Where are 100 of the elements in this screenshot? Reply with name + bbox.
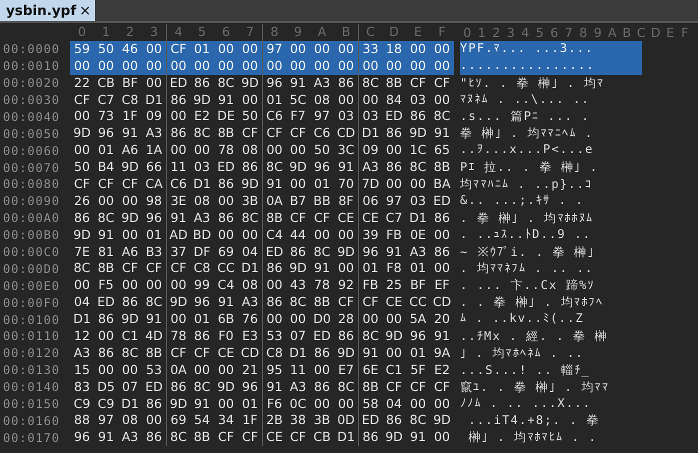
hex-byte[interactable]: 8C: [358, 328, 382, 345]
hex-byte[interactable]: 00: [166, 142, 190, 160]
hex-byte[interactable]: 22: [70, 74, 94, 92]
hex-byte[interactable]: 00: [382, 311, 406, 328]
hex-byte[interactable]: 7E: [70, 244, 94, 260]
hex-byte[interactable]: 00: [166, 108, 190, 126]
hex-byte[interactable]: 34: [214, 412, 238, 430]
hex-byte[interactable]: 0C: [286, 396, 310, 412]
hex-byte[interactable]: F6: [262, 396, 286, 412]
hex-byte[interactable]: 11: [166, 159, 190, 176]
hex-byte[interactable]: 86: [166, 125, 190, 142]
text-preview[interactable]: . 拳 榊｣ . 均ﾏﾎﾎﾇﾑ: [460, 210, 642, 227]
hex-byte[interactable]: 00: [94, 362, 118, 379]
hex-byte[interactable]: D1: [406, 210, 430, 227]
hex-byte[interactable]: F8: [382, 260, 406, 278]
hex-byte[interactable]: CF: [286, 125, 310, 142]
hex-byte[interactable]: E2: [430, 362, 454, 379]
hex-byte[interactable]: BF: [118, 74, 142, 92]
hex-byte[interactable]: E3: [238, 328, 262, 345]
hex-byte[interactable]: 91: [430, 125, 454, 142]
hex-byte[interactable]: 96: [406, 328, 430, 345]
hex-byte[interactable]: 00: [94, 328, 118, 345]
hex-byte[interactable]: CF: [262, 125, 286, 142]
hex-byte[interactable]: 00: [70, 58, 94, 75]
hex-byte[interactable]: 00: [190, 142, 214, 160]
hex-byte[interactable]: 00: [430, 429, 454, 446]
hex-byte[interactable]: 2B: [262, 412, 286, 430]
hex-byte[interactable]: 3E: [166, 192, 190, 210]
hex-byte[interactable]: 91: [94, 429, 118, 446]
hex-byte[interactable]: 8C: [166, 429, 190, 446]
text-preview[interactable]: ﾉﾉﾑ . .. ...X...: [460, 396, 642, 412]
hex-byte[interactable]: 86: [118, 294, 142, 312]
hex-byte[interactable]: 00: [118, 362, 142, 379]
hex-byte[interactable]: D1: [118, 396, 142, 412]
hex-byte[interactable]: 00: [430, 396, 454, 412]
hex-byte[interactable]: 8B: [310, 294, 334, 312]
hex-byte[interactable]: B4: [94, 159, 118, 176]
hex-byte[interactable]: 09: [358, 142, 382, 160]
hex-byte[interactable]: D1: [238, 260, 262, 278]
hex-byte[interactable]: 00: [382, 58, 406, 75]
hex-byte[interactable]: 86: [214, 176, 238, 193]
hex-byte[interactable]: D1: [142, 92, 166, 108]
hex-byte[interactable]: 8C: [430, 108, 454, 126]
hex-byte[interactable]: 00: [286, 40, 310, 58]
close-button[interactable]: ×: [79, 2, 91, 18]
hex-byte[interactable]: C9: [94, 396, 118, 412]
hex-byte[interactable]: 8C: [334, 378, 358, 396]
file-tab[interactable]: ysbin.ypf ×: [0, 0, 95, 21]
hex-byte[interactable]: 96: [190, 294, 214, 312]
hex-byte[interactable]: 11: [286, 362, 310, 379]
hex-byte[interactable]: 03: [334, 108, 358, 126]
hex-byte[interactable]: CF: [142, 260, 166, 278]
hex-byte[interactable]: 91: [190, 396, 214, 412]
hex-byte[interactable]: 86: [310, 378, 334, 396]
hex-byte[interactable]: ED: [310, 328, 334, 345]
hex-byte[interactable]: 9D: [286, 260, 310, 278]
hex-byte[interactable]: 86: [334, 74, 358, 92]
hex-byte[interactable]: ED: [166, 74, 190, 92]
hex-byte[interactable]: 43: [286, 277, 310, 294]
hex-byte[interactable]: 9D: [238, 74, 262, 92]
hex-byte[interactable]: C1: [382, 362, 406, 379]
hex-byte[interactable]: 8C: [142, 294, 166, 312]
hex-byte[interactable]: 91: [262, 378, 286, 396]
hex-byte[interactable]: 1C: [406, 142, 430, 160]
hex-byte[interactable]: D1: [190, 176, 214, 193]
hex-byte[interactable]: CF: [238, 429, 262, 446]
hex-byte[interactable]: DE: [214, 108, 238, 126]
hex-byte[interactable]: 9D: [190, 92, 214, 108]
hex-byte[interactable]: A6: [118, 244, 142, 260]
hex-byte[interactable]: C7: [94, 92, 118, 108]
hex-byte[interactable]: 98: [142, 192, 166, 210]
hex-byte[interactable]: CF: [286, 210, 310, 227]
hex-byte[interactable]: C7: [382, 210, 406, 227]
hex-byte[interactable]: D1: [358, 125, 382, 142]
hex-byte[interactable]: 00: [70, 142, 94, 160]
hex-byte[interactable]: C8: [118, 92, 142, 108]
hex-byte[interactable]: CC: [406, 294, 430, 312]
hex-byte[interactable]: 50: [238, 108, 262, 126]
hex-byte[interactable]: 00: [238, 40, 262, 58]
hex-byte[interactable]: 00: [406, 176, 430, 193]
hex-byte[interactable]: 50: [70, 159, 94, 176]
hex-byte[interactable]: 3B: [310, 412, 334, 430]
hex-byte[interactable]: 8C: [310, 244, 334, 260]
text-preview[interactable]: . ... 卞..Cx 蹄%ｿ: [460, 277, 642, 294]
hex-byte[interactable]: 54: [190, 412, 214, 430]
text-preview[interactable]: ..ｦ...x...P<...e: [460, 142, 642, 160]
hex-byte[interactable]: 8C: [190, 378, 214, 396]
hex-byte[interactable]: 37: [166, 244, 190, 260]
text-preview[interactable]: 拳 榊｣ . 均ﾏﾏﾆﾍﾑ .: [460, 125, 642, 142]
hex-byte[interactable]: 91: [358, 344, 382, 362]
hex-byte[interactable]: 9D: [118, 210, 142, 227]
hex-byte[interactable]: 8C: [214, 74, 238, 92]
hex-byte[interactable]: 91: [430, 328, 454, 345]
hex-byte[interactable]: CF: [286, 429, 310, 446]
hex-byte[interactable]: 38: [286, 412, 310, 430]
hex-byte[interactable]: 91: [214, 294, 238, 312]
hex-byte[interactable]: 9D: [334, 244, 358, 260]
hex-byte[interactable]: A3: [286, 378, 310, 396]
hex-byte[interactable]: 00: [334, 40, 358, 58]
hex-byte[interactable]: CF: [310, 210, 334, 227]
